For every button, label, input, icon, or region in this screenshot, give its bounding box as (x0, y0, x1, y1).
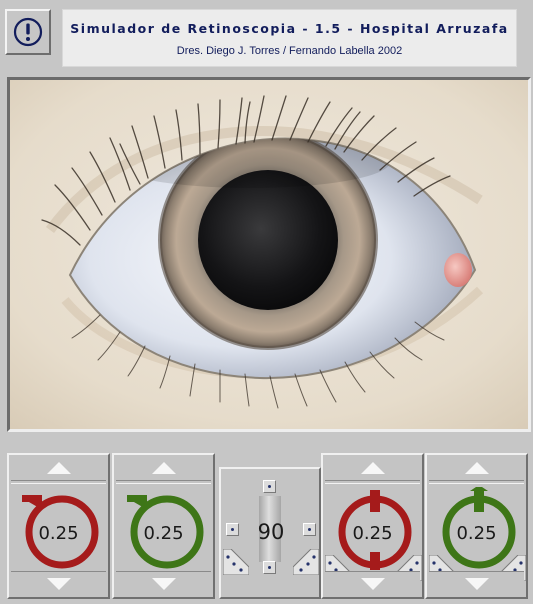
axis-up-button[interactable] (263, 480, 276, 493)
lens-power-value: 0.25 (352, 523, 393, 544)
increase-button[interactable] (429, 456, 524, 481)
decrease-button[interactable] (325, 571, 420, 596)
arrow-up-icon (360, 462, 385, 474)
lens-display: 0.25 (116, 483, 211, 569)
lens-power-value: 0.25 (143, 523, 184, 544)
decrease-button[interactable] (116, 571, 211, 596)
arrow-down-icon (464, 578, 489, 590)
exclamation-circle-icon (13, 17, 43, 47)
rotate-right-icon[interactable] (293, 549, 319, 575)
rotate-left-icon[interactable] (223, 549, 249, 575)
axis-right-button[interactable] (303, 523, 316, 536)
lens-power-value: 0.25 (456, 523, 497, 544)
axis-left-button[interactable] (226, 523, 239, 536)
title-panel: Simulador de Retinoscopia - 1.5 - Hospit… (62, 9, 517, 67)
arrow-up-icon (151, 462, 176, 474)
arrow-up-icon (46, 462, 71, 474)
eye-viewport (7, 77, 531, 432)
increase-button[interactable] (325, 456, 420, 481)
axis-control: 90 (219, 467, 321, 599)
lens-display: 0.25 (11, 483, 106, 569)
arrow-down-icon (151, 578, 176, 590)
axis-degree-value: 90 (257, 520, 285, 544)
lens-control-red-2: 0.25 (321, 453, 424, 599)
arrow-up-icon (464, 462, 489, 474)
decrease-button[interactable] (429, 571, 524, 596)
lens-power-value: 0.25 (38, 523, 79, 544)
eye-illustration (10, 80, 528, 429)
info-button[interactable] (5, 9, 51, 55)
app-title: Simulador de Retinoscopia - 1.5 - Hospit… (70, 21, 509, 36)
arrow-down-icon (46, 578, 71, 590)
axis-down-button[interactable] (263, 561, 276, 574)
increase-button[interactable] (11, 456, 106, 481)
authors-credit: Dres. Diego J. Torres / Fernando Labella… (176, 45, 403, 57)
increase-button[interactable] (116, 456, 211, 481)
lens-control-red-1: 0.25 (7, 453, 110, 599)
arrow-down-icon (360, 578, 385, 590)
decrease-button[interactable] (11, 571, 106, 596)
lens-control-green-2: 0.25 (425, 453, 528, 599)
lens-control-green-1: 0.25 (112, 453, 215, 599)
